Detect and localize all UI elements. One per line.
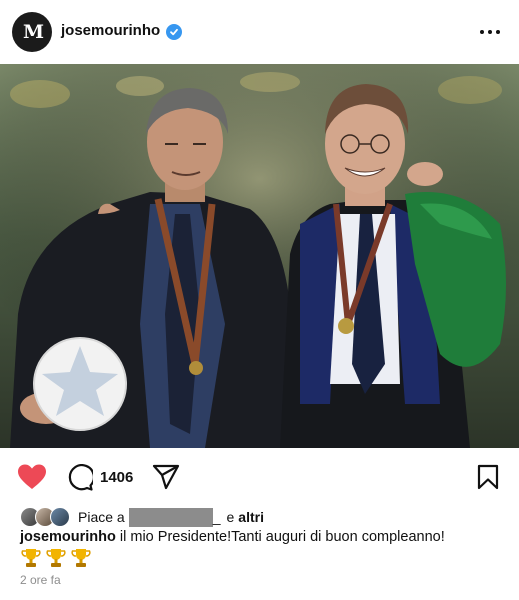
liker-avatar (50, 507, 70, 527)
trophy-icon (20, 547, 42, 569)
post-username[interactable]: josemourinho (61, 22, 160, 39)
champions-league-ball (33, 337, 127, 431)
verified-badge-icon (166, 24, 182, 40)
comment-count[interactable]: 1406 (100, 469, 133, 486)
post-timestamp: 2 ore fa (20, 573, 61, 587)
caption-text: il mio Presidente!Tanti auguri di buon c… (119, 529, 445, 545)
post-actions: 1406 (0, 452, 519, 502)
more-options-icon[interactable] (478, 20, 502, 44)
caption-username[interactable]: josemourinho (20, 529, 116, 545)
profile-avatar[interactable]: M (12, 12, 52, 52)
paper-plane-icon[interactable] (152, 464, 180, 490)
likes-others-link[interactable]: altri (238, 509, 264, 525)
likes-prefix: Piace a (78, 509, 125, 525)
likes-separator: e (226, 509, 235, 525)
avatar-monogram: M (22, 21, 44, 43)
post-photo[interactable] (0, 64, 519, 448)
redacted-suffix: _ (212, 509, 221, 525)
photo-illustration (0, 64, 519, 448)
comment-bubble-icon[interactable] (66, 464, 95, 491)
trophy-icon (70, 547, 92, 569)
caption-emoji-line (20, 547, 95, 569)
likes-summary[interactable]: Piace a _ e altri (20, 506, 264, 528)
redacted-username (128, 507, 213, 527)
bookmark-icon[interactable] (477, 464, 499, 490)
post-header: M josemourinho (0, 0, 519, 64)
heart-filled-icon[interactable] (17, 463, 47, 491)
trophy-icon (45, 547, 67, 569)
post-caption: josemourinho il mio Presidente!Tanti aug… (20, 529, 445, 545)
liker-avatars (20, 507, 76, 527)
